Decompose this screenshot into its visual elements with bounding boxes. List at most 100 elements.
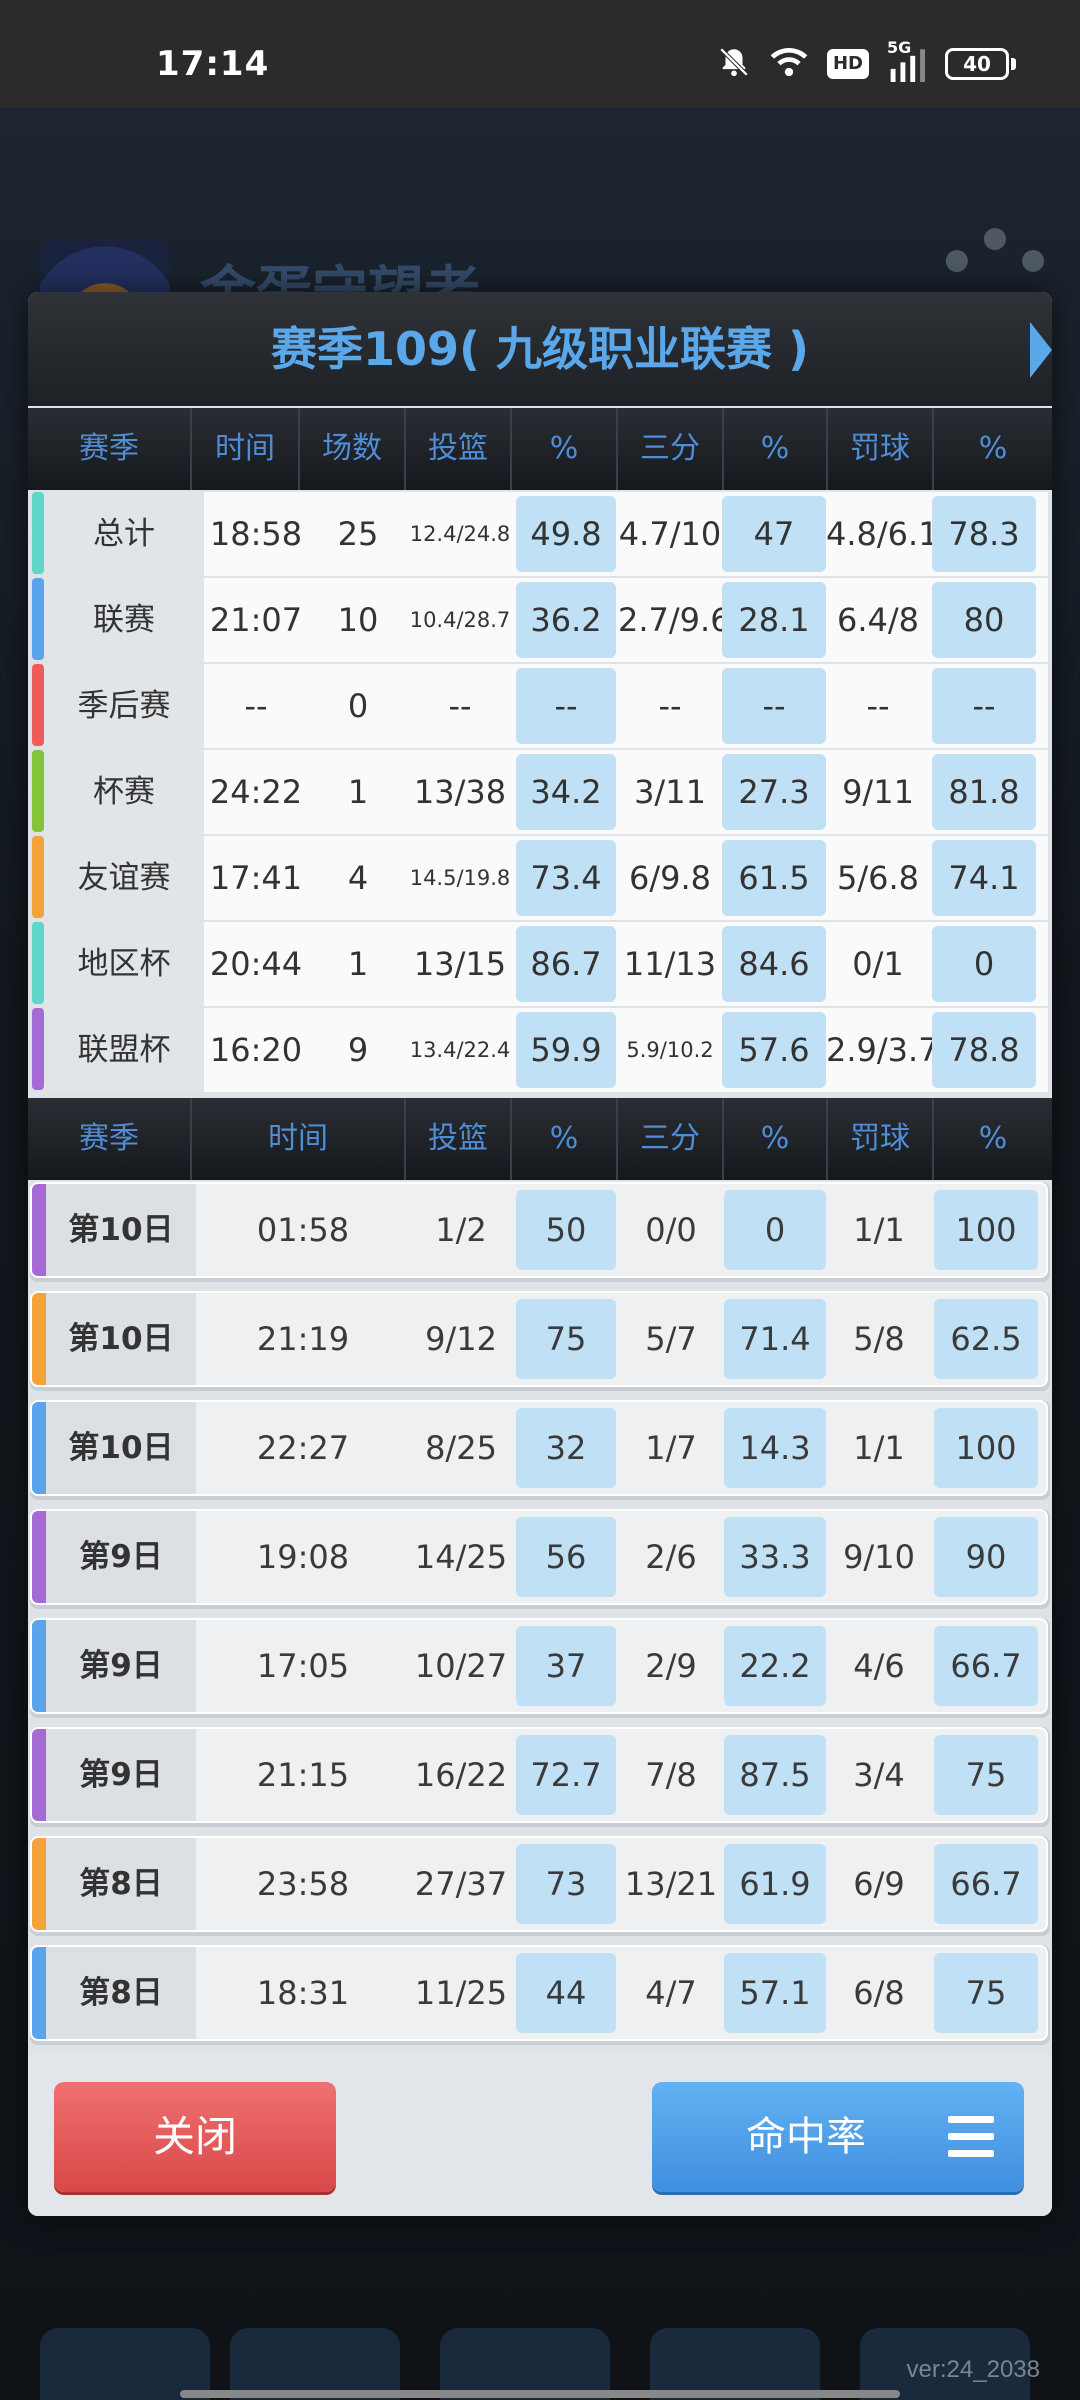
col-header-fg: 投篮 [406,1098,512,1180]
row-color-stripe [32,922,44,1004]
cell-three: 11/13 [623,945,717,983]
cell-fg-pct: 86.7 [516,926,616,1002]
row-color-stripe [32,1293,46,1385]
summary-row[interactable]: 联赛 21:07 10 10.4/28.7 36.2 2.7/9.6 28.1 6.4/8 80 [32,578,1048,664]
cell-fg-pct: 75 [516,1299,616,1379]
game-row[interactable]: 第9日 19:08 14/25 56 2/6 33.3 9/10 90 [30,1509,1050,1609]
cell-three: 5.9/10.2 [626,1038,714,1062]
cell-three-pct: 61.5 [722,840,826,916]
summary-row[interactable]: 联盟杯 16:20 9 13.4/22.4 59.9 5.9/10.2 57.6 2.9/3.… [32,1008,1048,1094]
summary-row-label: 友谊赛 [44,836,204,920]
menu-icon [948,2116,994,2158]
cell-fg: 27/37 [414,1865,508,1903]
col-header-time: 时间 [192,1098,406,1180]
game-day-label: 第8日 [46,1838,196,1930]
game-day-label: 第9日 [46,1511,196,1603]
cell-time: 21:15 [256,1756,350,1794]
summary-row-label: 总计 [44,492,204,576]
hd-badge: HD [826,49,869,79]
cell-three: 4.7/10 [618,515,722,553]
cell-ft: 3/4 [853,1756,905,1794]
cell-ft: 9/10 [843,1538,915,1576]
cell-three: 6/9.8 [628,859,712,897]
game-row[interactable]: 第8日 18:31 11/25 44 4/7 57.1 6/8 75 [30,1945,1050,2045]
cell-time: 17:05 [256,1647,350,1685]
shooting-percentage-label: 命中率 [746,2114,866,2160]
summary-table-header: 赛季 时间 场数 投篮 % 三分 % 罚球 % [28,408,1052,490]
cell-three-pct: 14.3 [724,1408,826,1488]
cell-fg: 13/38 [413,773,507,811]
cell-fg-pct: 56 [516,1517,616,1597]
col-header-games: 场数 [300,408,406,490]
cell-ft: 6/9 [853,1865,905,1903]
row-color-stripe [32,492,44,574]
cell-ft-pct: 100 [934,1408,1038,1488]
summary-row[interactable]: 地区杯 20:44 1 13/15 86.7 11/13 84.6 0/1 0 [32,922,1048,1008]
cell-time: 01:58 [256,1211,350,1249]
summary-row[interactable]: 季后赛 -- 0 -- -- -- -- -- -- [32,664,1048,750]
cell-ft: -- [866,687,890,725]
game-log-header: 赛季 时间 投篮 % 三分 % 罚球 % [28,1098,1052,1180]
col-header-fg: 投篮 [406,408,512,490]
close-button[interactable]: 关闭 [54,2082,336,2192]
game-row[interactable]: 第10日 01:58 1/2 50 0/0 0 1/1 100 [30,1182,1050,1282]
col-header-ft: 罚球 [828,1098,934,1180]
game-row[interactable]: 第10日 22:27 8/25 32 1/7 14.3 1/1 100 [30,1400,1050,1500]
cell-fg: 12.4/24.8 [409,522,511,546]
status-icons: HD 5G 40 [717,38,1016,84]
home-indicator[interactable] [180,2390,900,2398]
shooting-percentage-button[interactable]: 命中率 [652,2082,1024,2192]
game-row-body: 第10日 21:19 9/12 75 5/7 71.4 5/8 62.5 [30,1291,1048,1387]
summary-row[interactable]: 友谊赛 17:41 4 14.5/19.8 73.4 6/9.8 61.5 5/6.8 74.1 [32,836,1048,922]
cell-ft-pct: 74.1 [932,840,1036,916]
cell-fg: 10/27 [414,1647,508,1685]
cell-fg: 14.5/19.8 [409,866,511,890]
cell-ft-pct: 75 [934,1735,1038,1815]
game-row[interactable]: 第8日 23:58 27/37 73 13/21 61.9 6/9 66.7 [30,1836,1050,1936]
cell-time: 22:27 [256,1429,350,1467]
cell-ft: 5/8 [853,1320,905,1358]
cell-ft-pct: 62.5 [934,1299,1038,1379]
game-day-label: 第10日 [46,1184,196,1276]
col-header-fg-pct: % [512,408,618,490]
cell-three-pct: 57.1 [724,1953,826,2033]
game-row[interactable]: 第9日 17:05 10/27 37 2/9 22.2 4/6 66.7 [30,1618,1050,1718]
cell-ft-pct: 78.8 [932,1012,1036,1088]
status-time: 17:14 [156,44,270,84]
summary-row-label: 联赛 [44,578,204,662]
game-row[interactable]: 第10日 21:19 9/12 75 5/7 71.4 5/8 62.5 [30,1291,1050,1391]
row-color-stripe [32,578,44,660]
cell-fg-pct: 44 [516,1953,616,2033]
cell-three: 2.7/9.6 [618,601,731,639]
game-row-body: 第8日 23:58 27/37 73 13/21 61.9 6/9 66.7 [30,1836,1048,1932]
col-header-ft-pct: % [978,1121,1008,1156]
cell-time: -- [244,687,268,725]
cell-three: 5/7 [645,1320,697,1358]
game-row[interactable]: 第9日 21:15 16/22 72.7 7/8 87.5 3/4 75 [30,1727,1050,1827]
cell-fg-pct: 49.8 [516,496,616,572]
game-row-body: 第9日 19:08 14/25 56 2/6 33.3 9/10 90 [30,1509,1048,1605]
summary-row[interactable]: 总计 18:58 25 12.4/24.8 49.8 4.7/10 47 4.8/6.1 78.… [32,492,1048,578]
col-header-three: 三分 [618,408,724,490]
cell-games: 10 [337,601,379,639]
cell-three-pct: 71.4 [724,1299,826,1379]
col-header-ft: 罚球 [828,408,934,490]
summary-row[interactable]: 杯赛 24:22 1 13/38 34.2 3/11 27.3 9/11 81.8 [32,750,1048,836]
cell-three: 4/7 [645,1974,697,2012]
next-season-arrow-icon[interactable] [1030,322,1052,378]
cell-games: 0 [347,687,369,725]
row-color-stripe [32,1008,44,1090]
cell-fg-pct: -- [516,668,616,744]
cell-ft: 6/8 [853,1974,905,2012]
game-day-label: 第10日 [46,1402,196,1494]
status-bar: 17:14 HD 5G 40 [0,0,1080,108]
game-row-body: 第10日 01:58 1/2 50 0/0 0 1/1 100 [30,1182,1048,1278]
cell-ft-pct: 81.8 [932,754,1036,830]
cell-games: 25 [337,515,379,553]
cell-three-pct: 57.6 [722,1012,826,1088]
cell-fg-pct: 32 [516,1408,616,1488]
cell-three-pct: 28.1 [722,582,826,658]
cell-three-pct: 47 [722,496,826,572]
cell-three-pct: 84.6 [722,926,826,1002]
cell-ft: 4.8/6.1 [826,515,939,553]
